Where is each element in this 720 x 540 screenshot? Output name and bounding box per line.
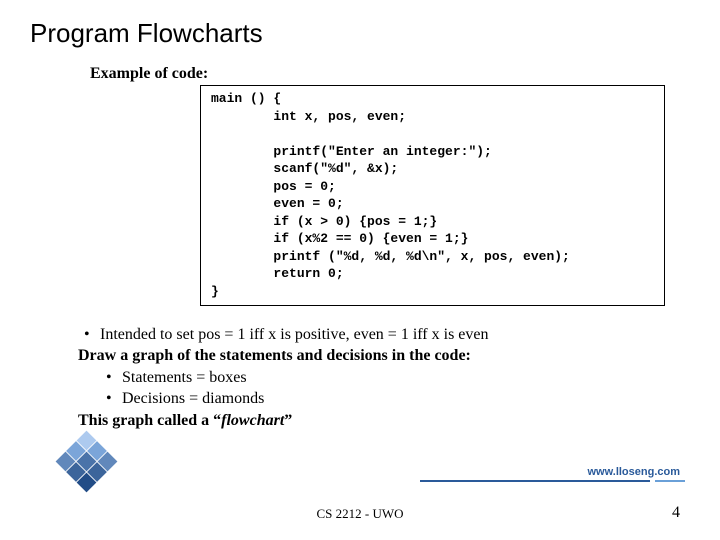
bullet-dot-icon: • <box>100 367 122 389</box>
footer-divider <box>0 480 720 482</box>
bullet-statements: • Statements = boxes <box>100 367 690 389</box>
bullet-intent-text: Intended to set pos = 1 iff x is positiv… <box>100 324 489 346</box>
slide-title: Program Flowcharts <box>30 18 690 49</box>
draw-graph-line: Draw a graph of the statements and decis… <box>78 345 690 367</box>
body-text: • Intended to set pos = 1 iff x is posit… <box>78 324 690 432</box>
bullet-intent: • Intended to set pos = 1 iff x is posit… <box>78 324 690 346</box>
diamond-logo-icon <box>55 430 125 500</box>
flowchart-word: flowchart <box>221 412 284 429</box>
flowchart-line: This graph called a “flowchart” <box>78 410 690 432</box>
bullet-decisions-text: Decisions = diamonds <box>122 388 264 410</box>
bullet-decisions: • Decisions = diamonds <box>100 388 690 410</box>
flowchart-suffix: ” <box>284 412 292 429</box>
slide: Program Flowcharts Example of code: main… <box>0 0 720 540</box>
flowchart-prefix: This graph called a “ <box>78 412 221 429</box>
footer-url: www.lloseng.com <box>588 466 681 478</box>
code-subtitle: Example of code: <box>90 65 690 83</box>
course-label: CS 2212 - UWO <box>316 506 403 522</box>
code-block: main () { int x, pos, even; printf("Ente… <box>200 85 665 306</box>
bullet-dot-icon: • <box>100 388 122 410</box>
bullet-dot-icon: • <box>78 324 100 346</box>
bullet-statements-text: Statements = boxes <box>122 367 247 389</box>
page-number: 4 <box>672 504 680 522</box>
